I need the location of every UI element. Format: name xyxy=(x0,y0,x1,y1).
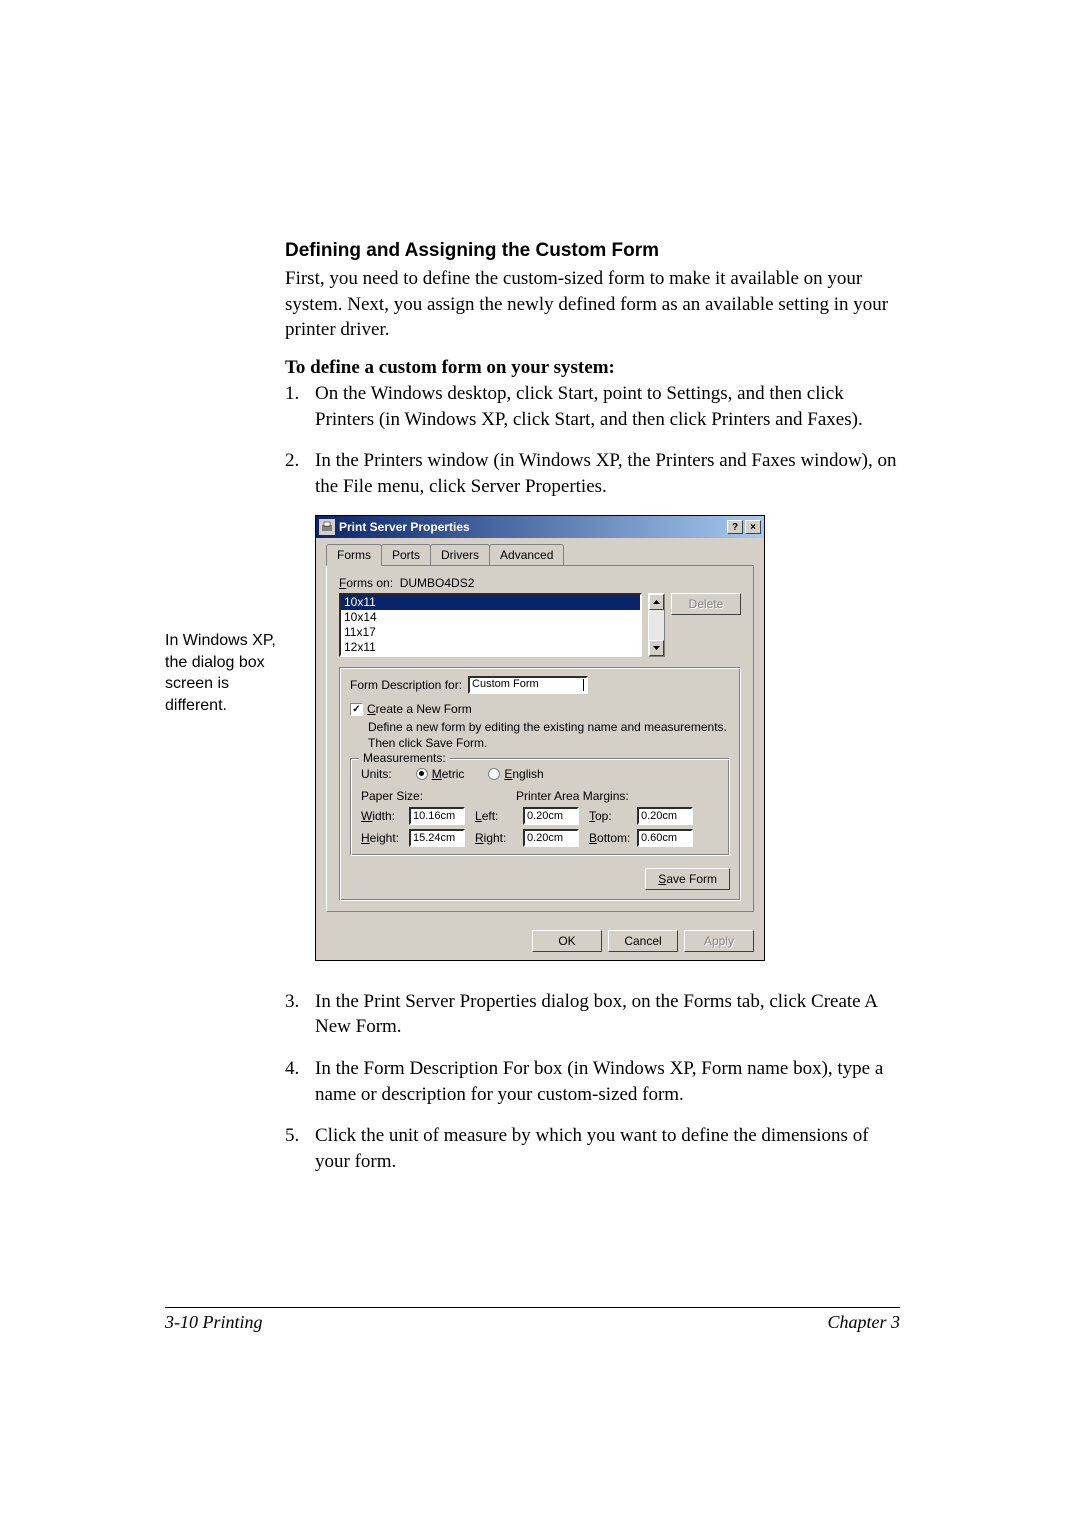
save-form-button[interactable]: Save Form xyxy=(645,868,730,890)
form-description-group: Form Description for: Custom Form ✓ Crea… xyxy=(339,667,741,900)
tab-drivers[interactable]: Drivers xyxy=(430,544,490,565)
create-new-form-hint: Define a new form by editing the existin… xyxy=(368,720,730,751)
step-text: Click the unit of measure by which you w… xyxy=(315,1123,900,1174)
units-english-radio[interactable]: English xyxy=(488,767,543,781)
step-text: In the Form Description For box (in Wind… xyxy=(315,1056,900,1107)
create-new-form-label: Create a New Form xyxy=(367,702,472,716)
forms-on-value: DUMBO4DS2 xyxy=(400,576,475,590)
top-input[interactable] xyxy=(637,807,693,825)
step-item: 2. In the Printers window (in Windows XP… xyxy=(285,448,900,499)
right-input[interactable] xyxy=(523,829,579,847)
step-number: 1. xyxy=(285,381,315,432)
list-item[interactable]: 11x17 xyxy=(341,625,640,640)
dialog-titlebar: Print Server Properties ? × xyxy=(316,516,764,538)
step-item: 4. In the Form Description For box (in W… xyxy=(285,1056,900,1107)
delete-button: Delete xyxy=(671,593,741,615)
apply-button: Apply xyxy=(684,930,754,952)
close-button[interactable]: × xyxy=(745,520,761,534)
width-label: Width: xyxy=(361,809,405,823)
step-text: On the Windows desktop, click Start, poi… xyxy=(315,381,900,432)
procedure-lead: To define a custom form on your system: xyxy=(285,357,900,379)
printer-margins-header: Printer Area Margins: xyxy=(516,789,629,803)
paper-size-header: Paper Size: xyxy=(361,789,516,803)
forms-listbox[interactable]: 10x11 10x14 11x17 12x11 xyxy=(339,593,642,657)
scroll-up-icon[interactable] xyxy=(649,594,664,610)
section-heading: Defining and Assigning the Custom Form xyxy=(285,240,900,262)
step-item: 3. In the Print Server Properties dialog… xyxy=(285,989,900,1040)
printer-icon xyxy=(319,519,335,535)
bottom-input[interactable] xyxy=(637,829,693,847)
tab-ports[interactable]: Ports xyxy=(381,544,431,565)
footer-left: 3-10 Printing xyxy=(165,1312,263,1333)
left-label: Left: xyxy=(475,809,519,823)
step-text: In the Printers window (in Windows XP, t… xyxy=(315,448,900,499)
text-caret-icon xyxy=(583,679,584,691)
scroll-down-icon[interactable] xyxy=(649,640,664,656)
height-label: Height: xyxy=(361,831,405,845)
left-input[interactable] xyxy=(523,807,579,825)
height-input[interactable] xyxy=(409,829,465,847)
step-number: 2. xyxy=(285,448,315,499)
step-number: 4. xyxy=(285,1056,315,1107)
dialog-title: Print Server Properties xyxy=(339,520,727,534)
dialog-tabs: Forms Ports Drivers Advanced xyxy=(326,544,754,566)
intro-paragraph: First, you need to define the custom-siz… xyxy=(285,266,900,343)
form-description-label: Form Description for: xyxy=(350,678,462,692)
units-metric-radio[interactable]: Metric xyxy=(416,767,465,781)
right-label: Right: xyxy=(475,831,519,845)
footer-right: Chapter 3 xyxy=(827,1312,900,1333)
listbox-scrollbar[interactable] xyxy=(648,593,665,657)
print-server-properties-dialog: Print Server Properties ? × Forms Ports … xyxy=(315,515,765,960)
step-item: 1. On the Windows desktop, click Start, … xyxy=(285,381,900,432)
tab-forms[interactable]: Forms xyxy=(326,544,382,566)
cancel-button[interactable]: Cancel xyxy=(608,930,678,952)
forms-on-label: Forms on: DUMBO4DS2 xyxy=(339,576,741,590)
tab-advanced[interactable]: Advanced xyxy=(489,544,564,565)
ok-button[interactable]: OK xyxy=(532,930,602,952)
list-item[interactable]: 10x14 xyxy=(341,610,640,625)
units-label: Units: xyxy=(361,767,392,781)
help-button[interactable]: ? xyxy=(727,520,743,534)
bottom-label: Bottom: xyxy=(589,831,633,845)
step-item: 5. Click the unit of measure by which yo… xyxy=(285,1123,900,1174)
create-new-form-checkbox[interactable]: ✓ xyxy=(350,703,363,716)
list-item[interactable]: 10x11 xyxy=(341,595,640,610)
form-description-input[interactable]: Custom Form xyxy=(468,676,588,694)
measurements-group: Measurements: Units: Metric English xyxy=(350,758,730,856)
top-label: Top: xyxy=(589,809,633,823)
step-text: In the Print Server Properties dialog bo… xyxy=(315,989,900,1040)
list-item[interactable]: 12x11 xyxy=(341,640,640,655)
step-number: 5. xyxy=(285,1123,315,1174)
measurements-legend: Measurements: xyxy=(359,751,450,765)
margin-note: In Windows XP, the dialog box screen is … xyxy=(165,630,285,716)
width-input[interactable] xyxy=(409,807,465,825)
page-footer: 3-10 Printing Chapter 3 xyxy=(165,1307,900,1333)
step-number: 3. xyxy=(285,989,315,1040)
